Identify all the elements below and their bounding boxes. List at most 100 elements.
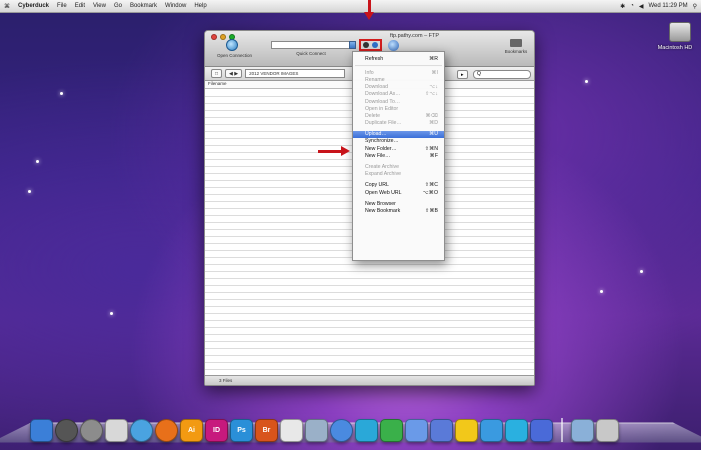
quick-connect-dropdown[interactable] [349,41,356,49]
menu-item-label: Expand Archive [365,171,402,178]
app-icon-3[interactable] [405,419,428,442]
back-forward-button[interactable]: ◀ ▶ [225,69,243,78]
app-icon-5[interactable] [480,419,503,442]
menu-item-label: Refresh [365,55,384,62]
open-in-browser-icon[interactable] [388,40,399,51]
bridge-icon[interactable]: Br [255,419,278,442]
finder-icon[interactable] [30,419,53,442]
arrow-head [341,146,350,156]
menu-item-shortcut: ⌘⌫ [425,112,438,119]
red-arrow-down [364,0,374,20]
menu-item-upload[interactable]: Upload… ⌘U [353,130,444,138]
star [36,160,39,163]
app-menu[interactable]: Cyberduck [14,3,53,9]
open-connection-label: Open Connection [217,53,253,58]
acrobat-icon[interactable] [280,419,303,442]
app-icon-4[interactable] [430,419,453,442]
menu-item-label: Create Archive [365,164,400,171]
star [640,270,643,273]
menu-go[interactable]: Go [110,3,126,9]
system-preferences-icon[interactable] [80,419,103,442]
menu-help[interactable]: Help [190,3,210,9]
menu-item-refresh[interactable]: Refresh ⌘R [353,55,444,62]
chevron-down-icon [372,42,379,48]
menu-item-shortcut: ⇧⌘N [424,145,438,152]
open-connection-button[interactable]: Open Connection [217,39,253,58]
dashboard-icon[interactable] [55,419,78,442]
menu-item-copy-url[interactable]: Copy URL ⇧⌘C [353,182,444,189]
wifi-icon[interactable]: ◔ [630,3,634,9]
star [60,92,63,95]
menu-item-shortcut: ⇧⌥↓ [425,91,438,98]
menu-item-delete: Delete ⌘⌫ [353,112,444,119]
status-bar: 3 Files [205,375,534,385]
hd-label: Macintosh HD [657,45,693,51]
volume-icon[interactable]: ◀ [639,3,644,10]
menu-item-label: New File… [365,152,391,159]
menu-item-rename: Rename [353,76,444,83]
menu-item-label: New Bookmark [365,207,401,214]
menu-item-label: Open Web URL [365,189,402,196]
arrow-head [364,12,374,20]
apple-menu-icon[interactable]: ⌘ [0,3,14,10]
gear-icon [362,42,369,48]
menu-item-label: Upload… [365,131,387,138]
spotlight-icon[interactable]: ⚲ [693,3,697,10]
arrow-shaft [318,150,342,153]
star [110,312,113,315]
menu-view[interactable]: View [89,3,110,9]
indesign-icon[interactable]: ID [205,419,228,442]
toggle-view-button[interactable]: □ [211,69,223,78]
menu-edit[interactable]: Edit [71,3,89,9]
desktop-hd[interactable]: Macintosh HD [658,22,700,51]
menu-item-label: Rename [365,76,385,83]
search-input[interactable]: Q [473,70,531,79]
app-icon-7[interactable] [530,419,553,442]
menu-item-label: New Folder… [365,145,397,152]
menu-item-label: Info [365,69,374,76]
menu-item-synchronize[interactable]: Synchronize… [353,138,444,145]
bluetooth-icon[interactable]: ✱ [620,3,625,10]
documents-stack-icon[interactable] [571,419,594,442]
menu-item-shortcut: ⌥⌘O [422,189,438,196]
dock: Ai ID Ps Br [30,408,680,442]
app-icon-1[interactable] [355,419,378,442]
safari-icon[interactable] [130,419,153,442]
menu-item-new-folder[interactable]: New Folder… ⇧⌘N [353,145,444,152]
menu-item-shortcut: ⌘D [429,120,438,127]
menu-bar: ⌘ Cyberduck File Edit View Go Bookmark W… [0,0,701,13]
quick-connect-label: Quick Connect [296,51,326,56]
menu-window[interactable]: Window [161,3,190,9]
quick-connect-field[interactable] [271,41,351,49]
menu-item-expand-archive: Expand Archive [353,171,444,178]
itunes-icon[interactable] [330,419,353,442]
upload-nav-button[interactable]: ▸ [457,70,468,79]
bookmarks-button[interactable]: Bookmarks [501,39,531,54]
ical-icon[interactable] [105,419,128,442]
menu-item-label: Copy URL [365,182,389,189]
menu-item-new-file[interactable]: New File… ⌘F [353,152,444,159]
menu-file[interactable]: File [53,3,71,9]
clock[interactable]: Wed 11:29 PM [648,3,687,9]
utility-icon[interactable] [305,419,328,442]
menu-item-open-web-url[interactable]: Open Web URL ⌥⌘O [353,189,444,196]
menu-bookmark[interactable]: Bookmark [126,3,161,9]
star [600,290,603,293]
action-menu-button[interactable] [359,39,382,51]
trash-icon[interactable] [596,419,619,442]
path-popup[interactable]: 2012 VENDOR IMAGES [245,69,346,78]
photoshop-icon[interactable]: Ps [230,419,253,442]
illustrator-icon[interactable]: Ai [180,419,203,442]
menu-item-label: New Browser [365,200,396,207]
menu-item-new-browser[interactable]: New Browser [353,200,444,207]
menu-item-label: Duplicate File… [365,120,402,127]
app-icon-2[interactable] [380,419,403,442]
app-icon-6[interactable] [505,419,528,442]
hard-drive-icon[interactable] [669,22,691,42]
star [28,190,31,193]
menu-item-new-bookmark[interactable]: New Bookmark ⇧⌘B [353,207,444,214]
firefox-icon[interactable] [155,419,178,442]
menu-item-shortcut: ⇧⌘B [425,207,438,214]
cyberduck-icon[interactable] [455,419,478,442]
red-arrow-right [318,146,350,156]
